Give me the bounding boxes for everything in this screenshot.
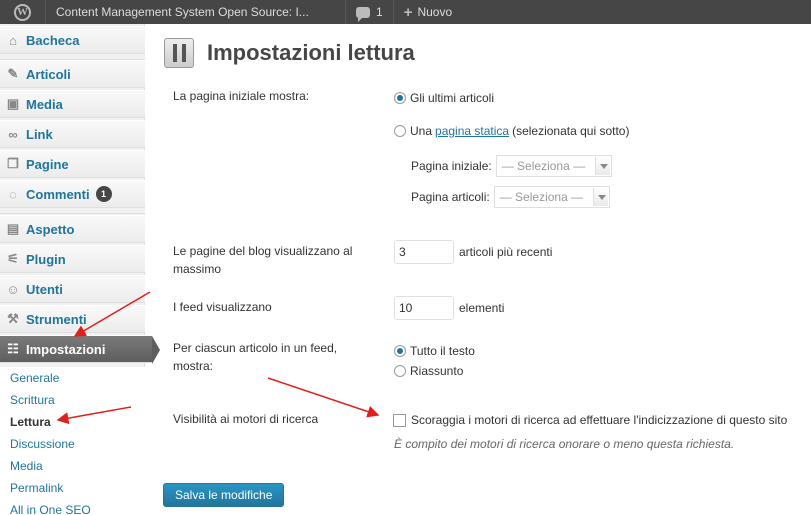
menu-item-label: Articoli bbox=[26, 66, 71, 82]
submenu-media[interactable]: Media bbox=[0, 455, 145, 477]
menu-item-dashboard[interactable]: ⌂ Bacheca bbox=[0, 26, 145, 54]
plugin-icon: ⚟ bbox=[7, 251, 19, 266]
pages-icon: ❐ bbox=[7, 156, 19, 171]
feed-count-label: I feed visualizzano bbox=[173, 300, 272, 314]
front-page-latest-option[interactable]: Gli ultimi articoli bbox=[394, 91, 494, 105]
menu-item-label: Pagine bbox=[26, 156, 69, 172]
discourage-search-option[interactable]: Scoraggia i motori di ricerca ad effettu… bbox=[393, 413, 787, 427]
posts-page-select[interactable]: — Seleziona — bbox=[493, 186, 610, 208]
chevron-down-icon bbox=[592, 188, 608, 206]
menu-item-links[interactable]: ∞ Link bbox=[0, 120, 145, 148]
front-page-static-option[interactable]: Una pagina statica (selezionata qui sott… bbox=[394, 124, 629, 138]
menu-item-posts[interactable]: ✎ Articoli bbox=[0, 60, 145, 88]
admin-bar: W Content Management System Open Source:… bbox=[0, 0, 811, 24]
visibility-description: È compito dei motori di ricerca onorare … bbox=[394, 437, 735, 451]
menu-item-tools[interactable]: ⚒ Strumenti bbox=[0, 305, 145, 333]
posts-per-page-input[interactable]: 3 bbox=[394, 240, 454, 264]
front-page-label: La pagina iniziale mostra: bbox=[173, 89, 310, 103]
posts-page-row: Pagina articoli: — Seleziona — bbox=[411, 186, 610, 208]
menu-item-label: Commenti bbox=[26, 186, 90, 202]
home-page-row: Pagina iniziale: — Seleziona — bbox=[411, 155, 612, 177]
submenu-permalink[interactable]: Permalink bbox=[0, 477, 145, 499]
comments-badge: 1 bbox=[95, 186, 112, 202]
admin-sidebar: ⌂ Bacheca ✎ Articoli ▣ Media ∞ Link ❐ Pa… bbox=[0, 24, 160, 515]
page-title: Impostazioni lettura bbox=[207, 40, 415, 65]
posts-page-label: Pagina articoli: bbox=[411, 190, 490, 204]
feed-full-text-option[interactable]: Tutto il testo bbox=[394, 344, 475, 358]
menu-item-label: Impostazioni bbox=[26, 341, 106, 357]
feed-count-suffix: elementi bbox=[459, 301, 505, 315]
home-page-label: Pagina iniziale: bbox=[411, 159, 492, 173]
menu-item-label: Plugin bbox=[26, 251, 66, 267]
discourage-search-checkbox[interactable] bbox=[393, 413, 406, 427]
feed-count-input[interactable]: 10 bbox=[394, 296, 454, 320]
main-content: Impostazioni lettura La pagina iniziale … bbox=[145, 24, 811, 515]
menu-item-label: Bacheca bbox=[26, 32, 80, 48]
menu-item-comments[interactable]: ◌ Commenti 1 bbox=[0, 180, 145, 208]
new-content-menu[interactable]: + Nuovo bbox=[394, 0, 462, 24]
submenu-writing[interactable]: Scrittura bbox=[0, 389, 145, 411]
feed-content-label: Per ciascun articolo in un feed, mostra: bbox=[173, 339, 337, 375]
menu-separator bbox=[0, 208, 145, 214]
submenu-general[interactable]: Generale bbox=[0, 367, 145, 389]
home-page-select[interactable]: — Seleziona — bbox=[495, 155, 612, 177]
comment-bubble-icon bbox=[356, 6, 370, 22]
pin-icon: ✎ bbox=[7, 66, 19, 81]
posts-per-page-suffix: articoli più recenti bbox=[459, 245, 553, 259]
latest-posts-label: Gli ultimi articoli bbox=[410, 91, 495, 105]
comment-icon: ◌ bbox=[9, 186, 17, 202]
summary-radio[interactable] bbox=[394, 365, 406, 377]
plus-icon: + bbox=[403, 3, 413, 21]
home-page-select-value: — Seleziona — bbox=[501, 159, 586, 173]
wordpress-logo-menu[interactable]: W bbox=[0, 0, 46, 24]
discourage-search-label: Scoraggia i motori di ricerca ad effettu… bbox=[411, 413, 788, 427]
summary-label: Riassunto bbox=[410, 364, 464, 378]
full-text-radio[interactable] bbox=[394, 345, 406, 357]
wordpress-logo-icon: W bbox=[14, 3, 31, 21]
menu-item-label: Strumenti bbox=[26, 311, 87, 327]
blog-pages-label: Le pagine del blog visualizzano al massi… bbox=[173, 242, 352, 278]
visibility-label: Visibilità ai motori di ricerca bbox=[173, 412, 319, 426]
menu-item-label: Link bbox=[26, 126, 53, 142]
feed-summary-option[interactable]: Riassunto bbox=[394, 364, 463, 378]
menu-item-users[interactable]: ☺ Utenti bbox=[0, 275, 145, 303]
blog-pages-label-line2: massimo bbox=[173, 262, 222, 276]
chevron-down-icon bbox=[594, 157, 610, 175]
save-changes-button[interactable]: Salva le modifiche bbox=[163, 483, 285, 507]
static-page-radio[interactable] bbox=[394, 125, 406, 137]
static-suffix: (selezionata qui sotto) bbox=[512, 124, 630, 138]
menu-item-media[interactable]: ▣ Media bbox=[0, 90, 145, 118]
feed-content-label-line2: mostra: bbox=[173, 359, 214, 373]
blog-pages-label-line1: Le pagine del blog visualizzano al bbox=[173, 244, 353, 258]
settings-submenu: Generale Scrittura Lettura Discussione M… bbox=[0, 367, 145, 515]
menu-item-label: Aspetto bbox=[26, 221, 75, 237]
comments-count: 1 bbox=[376, 5, 383, 19]
menu-item-settings[interactable]: ☷ Impostazioni bbox=[0, 335, 160, 364]
site-name-link[interactable]: Content Management System Open Source: I… bbox=[46, 0, 346, 24]
static-prefix: Una bbox=[410, 124, 433, 138]
settings-icon: ☷ bbox=[7, 341, 19, 356]
static-page-link[interactable]: pagina statica bbox=[435, 124, 509, 138]
menu-item-label: Media bbox=[26, 96, 63, 112]
home-icon: ⌂ bbox=[9, 32, 17, 48]
tools-icon: ⚒ bbox=[7, 311, 19, 326]
comments-link[interactable]: 1 bbox=[346, 0, 394, 24]
link-icon: ∞ bbox=[8, 126, 18, 142]
menu-item-pages[interactable]: ❐ Pagine bbox=[0, 150, 145, 178]
menu-item-appearance[interactable]: ▤ Aspetto bbox=[0, 215, 145, 243]
appearance-icon: ▤ bbox=[6, 221, 20, 236]
submenu-all-in-one-seo[interactable]: All in One SEO bbox=[0, 499, 145, 515]
new-label: Nuovo bbox=[417, 5, 453, 19]
submenu-discussion[interactable]: Discussione bbox=[0, 433, 145, 455]
menu-item-label: Utenti bbox=[26, 281, 63, 297]
users-icon: ☺ bbox=[6, 281, 20, 297]
latest-posts-radio[interactable] bbox=[394, 92, 406, 104]
settings-page-icon bbox=[164, 38, 194, 68]
posts-page-select-value: — Seleziona — bbox=[499, 190, 584, 204]
media-icon: ▣ bbox=[6, 96, 20, 111]
submenu-reading[interactable]: Lettura bbox=[0, 411, 145, 433]
feed-content-label-line1: Per ciascun articolo in un feed, bbox=[173, 341, 338, 355]
full-text-label: Tutto il testo bbox=[410, 344, 475, 358]
menu-item-plugins[interactable]: ⚟ Plugin bbox=[0, 245, 145, 273]
